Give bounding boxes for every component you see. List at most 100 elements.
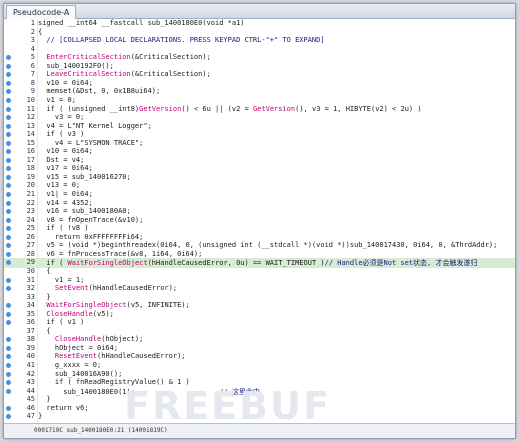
breakpoint-dot-icon[interactable] [6, 303, 11, 309]
code-text: CloseHandle(hObject); [38, 335, 144, 344]
code-text: v15 = sub_140016270; [38, 173, 130, 181]
breakpoint-dot-icon[interactable] [6, 166, 11, 172]
breakpoint-dot-icon[interactable] [6, 354, 11, 360]
code-token: () < 6u || (v2 = [181, 104, 253, 113]
breakpoint-dot-icon[interactable] [6, 243, 11, 249]
breakpoint-dot-icon[interactable] [6, 380, 11, 386]
line-number: 43 [26, 378, 35, 387]
breakpoint-dot-icon[interactable] [6, 192, 11, 197]
code-token: (hHandleCausedError); [97, 352, 186, 361]
breakpoint-dot-icon[interactable] [6, 260, 11, 266]
breakpoint-dot-icon[interactable] [6, 405, 11, 411]
code-token: v1| = 0i64; [38, 190, 93, 198]
code-comment: // [COLLAPSED LOCAL DECLARATIONS. PRESS … [38, 36, 325, 45]
code-text: SetEvent(hHandleCausedError); [38, 284, 177, 292]
breakpoint-dot-icon[interactable] [6, 115, 11, 121]
breakpoint-dot-icon[interactable] [6, 174, 11, 180]
code-token: (&CriticalSection); [130, 70, 211, 79]
code-token: v1 = 0; [38, 95, 76, 104]
breakpoint-dot-icon[interactable] [6, 277, 11, 283]
breakpoint-dot-icon[interactable] [6, 388, 11, 394]
code-token: v1 = 1; [38, 275, 85, 284]
code-text: v5 = (void *)beginthreadex(0i64, 0, (uns… [38, 241, 497, 249]
code-text: // [COLLAPSED LOCAL DECLARATIONS. PRESS … [38, 36, 325, 45]
breakpoint-dot-icon[interactable] [6, 200, 11, 206]
line-number: 33 [26, 292, 35, 301]
function-call: CloseHandle [38, 309, 93, 318]
line-number: 8 [30, 78, 35, 87]
code-token: } [38, 412, 43, 421]
breakpoint-dot-icon[interactable] [6, 123, 11, 129]
line-number: 41 [26, 361, 35, 369]
breakpoint-dot-icon[interactable] [6, 89, 11, 95]
breakpoint-dot-icon[interactable] [6, 414, 11, 420]
breakpoint-dot-icon[interactable] [6, 55, 11, 61]
code-token: (hObject); [101, 335, 144, 344]
code-text: signed __int64 __fastcall sub_1400180E0(… [38, 19, 245, 27]
function-call: WaitForSingleObject [38, 301, 127, 310]
function-call: GetVersion [139, 104, 182, 113]
code-token: g_xxxx = 0; [38, 361, 102, 369]
line-number: 9 [30, 87, 35, 96]
breakpoint-dot-icon[interactable] [6, 132, 11, 138]
code-text: v16 = sub_1400180A0; [38, 207, 130, 215]
function-call: CloseHandle [38, 335, 102, 344]
breakpoint-dot-icon[interactable] [6, 157, 11, 163]
breakpoint-dot-icon[interactable] [6, 72, 11, 78]
breakpoint-dot-icon[interactable] [6, 371, 11, 377]
breakpoint-dot-icon[interactable] [6, 320, 11, 326]
code-text: memset(&Dst, 0, 0x1B8ui64); [38, 87, 160, 95]
code-text: } [38, 395, 51, 404]
breakpoint-dot-icon[interactable] [6, 311, 11, 317]
code-text: { [38, 266, 51, 275]
breakpoint-dot-icon[interactable] [6, 217, 11, 223]
line-number: 5 [30, 53, 35, 62]
line-number: 38 [26, 335, 35, 344]
code-token: if ( v3 ) [38, 130, 85, 139]
breakpoint-dot-icon[interactable] [6, 63, 11, 69]
breakpoint-dot-icon[interactable] [6, 337, 11, 343]
breakpoint-dot-icon[interactable] [6, 140, 11, 146]
breakpoint-dot-icon[interactable] [6, 363, 11, 368]
breakpoint-dot-icon[interactable] [6, 183, 11, 189]
line-number: 25 [26, 224, 35, 233]
code-text: } [38, 293, 50, 301]
tab-pseudocode[interactable]: Pseudocode-A [6, 5, 77, 19]
breakpoint-dot-icon[interactable] [6, 251, 11, 257]
code-text: v17 = 0i64; [38, 164, 92, 172]
line-number: 12 [26, 113, 35, 122]
line-number: 11 [26, 104, 35, 113]
line-number: 44 [26, 386, 35, 395]
line-number: 18 [26, 164, 35, 173]
breakpoint-dot-icon[interactable] [6, 209, 11, 215]
code-text: v8 = fnOpenTrace(&v10); [38, 216, 143, 224]
function-call: EnterCriticalSection [38, 53, 131, 62]
line-number: 7 [30, 70, 35, 79]
code-text: CloseHandle(v5); [38, 309, 113, 318]
line-number: 46 [26, 403, 35, 412]
code-text: ResetEvent(hHandleCausedError); [38, 352, 186, 360]
line-number: 42 [26, 369, 35, 378]
breakpoint-dot-icon[interactable] [6, 97, 11, 103]
line-number: 37 [26, 326, 35, 335]
line-number: 16 [26, 147, 35, 156]
code-token: } [38, 395, 51, 404]
code-text: hObject = 0i64; [38, 344, 118, 352]
code-token: { [38, 27, 43, 36]
code-view[interactable]: 1 signed __int64 __fastcall sub_1400180E0… [4, 19, 515, 423]
breakpoint-dot-icon[interactable] [6, 234, 11, 240]
code-text: v1 = 1; [38, 275, 85, 284]
breakpoint-dot-icon[interactable] [6, 226, 11, 232]
code-token: { [38, 266, 51, 275]
code-text: } [38, 412, 42, 420]
breakpoint-dot-icon[interactable] [6, 345, 11, 351]
watermark: FREEBUF [124, 384, 331, 428]
breakpoint-dot-icon[interactable] [6, 80, 11, 86]
title-bar: Pseudocode-A [4, 4, 515, 19]
breakpoint-dot-icon[interactable] [6, 106, 11, 112]
line-number: 30 [26, 266, 35, 275]
breakpoint-dot-icon[interactable] [6, 149, 11, 155]
line-number: 35 [26, 309, 35, 318]
breakpoint-dot-icon[interactable] [6, 286, 11, 292]
code-token: (v5, INFINITE); [126, 301, 190, 310]
